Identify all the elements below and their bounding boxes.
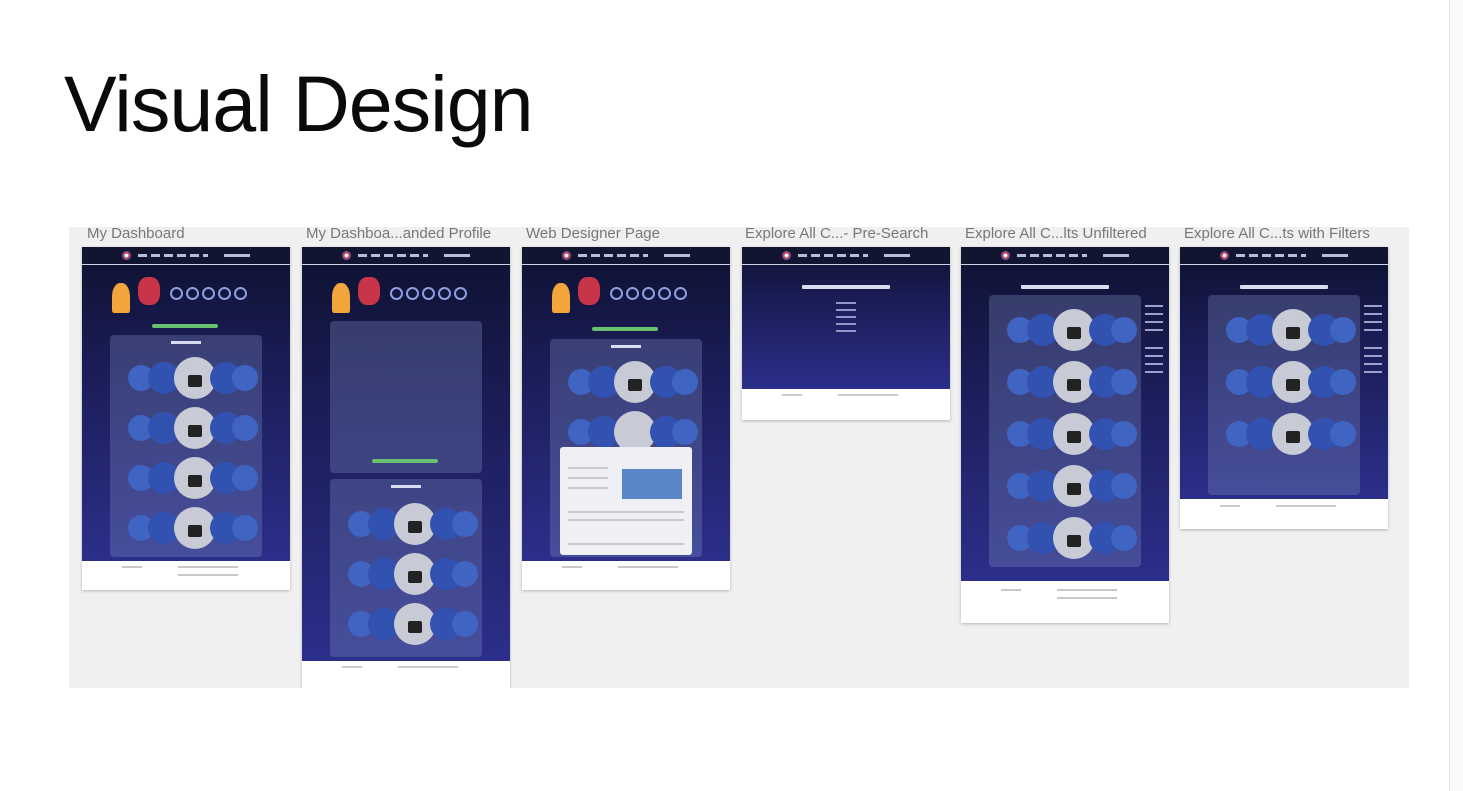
search-bar[interactable] [1021,285,1109,289]
search-bar[interactable] [802,285,890,289]
frame-label-expanded-profile: My Dashboa...anded Profile [306,227,492,242]
frame-web-designer[interactable] [522,247,730,590]
nav-bar [82,247,290,265]
key-illustration [332,283,350,313]
page-mock [82,247,290,561]
page-mock [302,247,510,661]
robot-illustration [138,277,160,305]
profile-panel [330,321,482,473]
footer [82,561,290,590]
results-panel [989,295,1141,567]
page-mock [742,247,950,389]
screen-image [622,469,682,499]
play-icon [188,375,202,387]
frame-label-unfiltered: Explore All C...lts Unfiltered [965,227,1147,242]
careers-panel [550,339,702,557]
page-mock [961,247,1169,581]
careers-panel [110,335,262,557]
footer [742,389,950,420]
footer [302,661,510,688]
footer [1180,499,1388,529]
frame-label-with-filters: Explore All C...ts with Filters [1184,227,1370,242]
careers-panel [330,479,482,657]
nav-bar [302,247,510,265]
robot-illustration [578,277,600,305]
frame-with-filters[interactable] [1180,247,1388,529]
nav-bar [961,247,1169,265]
frame-pre-search[interactable] [742,247,950,420]
search-bar[interactable] [1240,285,1328,289]
results-panel [1208,295,1360,495]
logo-icon [122,251,131,260]
nav-bar [1180,247,1388,265]
footer [522,561,730,590]
design-canvas: My Dashboard My Dashboa...anded Profile [69,227,1409,688]
frame-label-pre-search: Explore All C...- Pre-Search [745,227,929,242]
logo-icon [782,251,791,260]
frame-my-dashboard[interactable] [82,247,290,590]
frame-label-my-dashboard: My Dashboard [87,227,185,242]
logo-icon [342,251,351,260]
frame-expanded-profile[interactable] [302,247,510,688]
nav-bar [742,247,950,265]
logo-icon [1220,251,1229,260]
frame-label-web-designer: Web Designer Page [526,227,660,242]
key-illustration [112,283,130,313]
slide-title: Visual Design [64,59,534,148]
robot-illustration [358,277,380,305]
career-detail-modal[interactable] [560,447,692,555]
vertical-scrollbar[interactable] [1449,0,1463,791]
logo-icon [1001,251,1010,260]
nav-bar [522,247,730,265]
page-mock [522,247,730,561]
footer [961,581,1169,623]
logo-icon [562,251,571,260]
frame-unfiltered[interactable] [961,247,1169,623]
page-mock [1180,247,1388,499]
key-illustration [552,283,570,313]
